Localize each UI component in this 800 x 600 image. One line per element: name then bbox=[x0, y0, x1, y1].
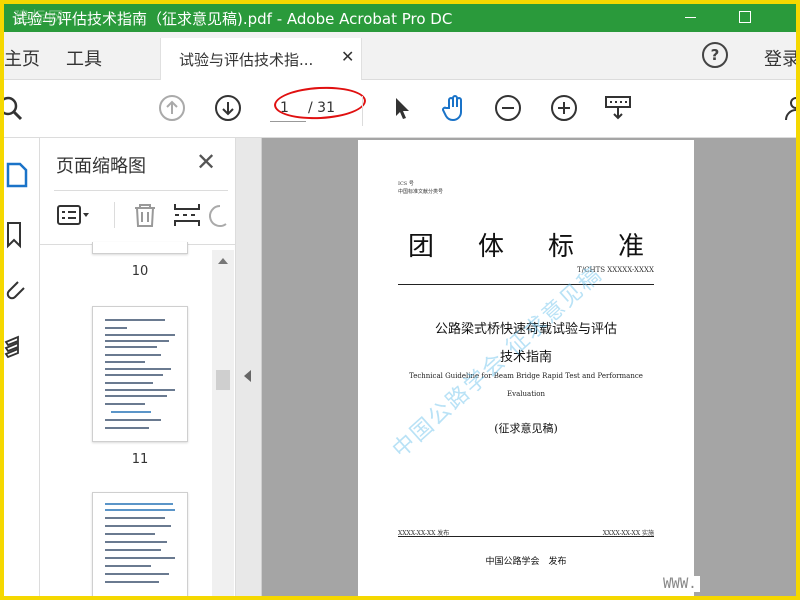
minimize-button[interactable] bbox=[680, 8, 702, 26]
annotation-circle bbox=[273, 84, 367, 122]
tools-tab[interactable]: 工具 bbox=[66, 45, 102, 71]
panel-title: 页面缩略图 bbox=[56, 156, 146, 177]
zoom-out-icon[interactable] bbox=[494, 94, 522, 122]
toolbar: 1 / 31 bbox=[4, 80, 796, 138]
help-icon[interactable]: ? bbox=[702, 42, 728, 68]
document-tab-label: 试验与评估技术指... bbox=[179, 51, 314, 69]
share-person-icon[interactable] bbox=[782, 94, 796, 122]
insert-page-icon[interactable] bbox=[170, 200, 204, 230]
standard-type-char: 标 bbox=[547, 232, 574, 262]
acrobat-window: 试验与评估技术指南（征求意见稿).pdf - Adobe Acrobat Pro… bbox=[4, 4, 796, 596]
page-thumbnail[interactable] bbox=[92, 492, 188, 596]
keyboard-scroll-icon[interactable] bbox=[604, 94, 632, 122]
home-tab[interactable]: 主页 bbox=[4, 45, 40, 71]
close-icon[interactable]: ✕ bbox=[341, 47, 354, 66]
pdf-page: ICS 号 中国标准文献分类号 团 体 标 准 T/CHTS XXXXX-XXX… bbox=[358, 140, 694, 596]
standard-type-char: 体 bbox=[477, 232, 504, 262]
page-thumbnails-panel: 页面缩略图 ✕ 10 11 bbox=[40, 138, 236, 596]
login-button[interactable]: 登录 bbox=[764, 45, 796, 71]
zoom-in-icon[interactable] bbox=[550, 94, 578, 122]
rotate-page-icon[interactable] bbox=[206, 200, 240, 230]
standard-type-char: 团 bbox=[408, 232, 435, 262]
page-thumbnails-icon[interactable] bbox=[4, 160, 34, 190]
tab-bar: 主页 工具 试验与评估技术指... ✕ ? 登录 bbox=[4, 32, 796, 80]
thumbnail-scrollbar[interactable] bbox=[212, 250, 234, 596]
document-tab[interactable]: 试验与评估技术指... ✕ bbox=[160, 38, 362, 80]
scrollbar-thumb[interactable] bbox=[216, 370, 230, 390]
chevron-left-icon[interactable] bbox=[244, 370, 251, 382]
navigation-rail bbox=[4, 138, 40, 596]
www-watermark: WWW. bbox=[660, 576, 700, 592]
panel-header-divider bbox=[54, 190, 228, 191]
collapse-panel-handle[interactable] bbox=[236, 138, 262, 596]
window-title: 试验与评估技术指南（征求意见稿).pdf - Adobe Acrobat Pro… bbox=[12, 10, 453, 28]
attachment-icon[interactable] bbox=[4, 276, 34, 306]
bookmark-icon[interactable] bbox=[4, 220, 34, 250]
standard-type-heading: 团 体 标 准 bbox=[408, 226, 644, 263]
page-thumbnail-number: 10 bbox=[131, 264, 149, 279]
heading-rule bbox=[398, 284, 654, 285]
page-thumbnail-number: 11 bbox=[131, 452, 149, 467]
page-thumbnail[interactable] bbox=[92, 242, 188, 254]
classification-label: 中国标准文献分类号 bbox=[398, 189, 444, 195]
maximize-button[interactable] bbox=[734, 8, 756, 26]
search-icon[interactable] bbox=[4, 94, 24, 122]
close-panel-icon[interactable]: ✕ bbox=[196, 148, 216, 176]
english-title-line1: Technical Guideline for Beam Bridge Rapi… bbox=[409, 372, 643, 380]
footer-rule bbox=[398, 536, 654, 537]
panel-tools-divider bbox=[114, 202, 115, 228]
select-cursor-icon[interactable] bbox=[388, 94, 416, 122]
delete-page-icon[interactable] bbox=[128, 200, 162, 230]
thumbnail-options-icon[interactable] bbox=[56, 200, 90, 230]
toolbar-divider bbox=[362, 96, 363, 126]
publisher-line: 中国公路学会 发布 bbox=[485, 557, 567, 567]
layers-icon[interactable] bbox=[4, 334, 34, 364]
scroll-up-icon[interactable] bbox=[218, 258, 228, 264]
ics-code-label: ICS 号 bbox=[398, 181, 414, 187]
standard-type-char: 准 bbox=[617, 232, 644, 262]
english-title-line2: Evaluation bbox=[507, 390, 545, 398]
hand-tool-icon[interactable] bbox=[440, 94, 468, 122]
title-bar: 试验与评估技术指南（征求意见稿).pdf - Adobe Acrobat Pro… bbox=[4, 4, 796, 32]
page-thumbnail-selected[interactable] bbox=[92, 306, 188, 442]
site-watermark: 建标网 bbox=[14, 8, 66, 26]
previous-page-icon[interactable] bbox=[158, 94, 186, 122]
next-page-icon[interactable] bbox=[214, 94, 242, 122]
document-view: ICS 号 中国标准文献分类号 团 体 标 准 T/CHTS XXXXX-XXX… bbox=[236, 138, 796, 596]
